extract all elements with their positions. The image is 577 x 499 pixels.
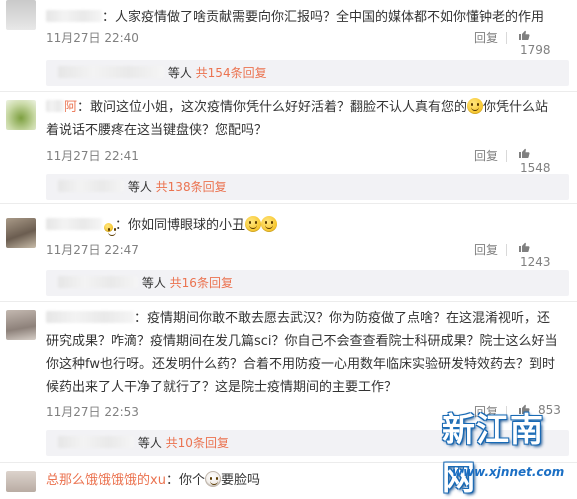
- comment-meta: 11月27日 22:40 回复 1798: [46, 29, 566, 57]
- username[interactable]: 阿: [64, 100, 77, 115]
- divider: [506, 244, 507, 256]
- avatar[interactable]: [6, 471, 36, 492]
- divider: [506, 150, 507, 162]
- watermark-url: www.xjnnet.com: [452, 465, 565, 479]
- timestamp: 11月27日 22:41: [46, 149, 139, 163]
- like-button[interactable]: 1243: [518, 241, 566, 269]
- username-blurred: [58, 436, 134, 448]
- divider: [0, 91, 577, 92]
- comment-body: 人家疫情做了啥贡献需要向你汇报吗？全中国的媒体都不如你懂钟老的作用: [115, 10, 545, 25]
- comment-text: ：你如同博眼球的小丑: [46, 214, 561, 237]
- divider: [0, 203, 577, 204]
- username-blurred[interactable]: [46, 218, 102, 230]
- smile-emoji-icon: [467, 98, 484, 114]
- username-blurred: [58, 276, 138, 288]
- like-count: 1243: [520, 255, 551, 269]
- comment-meta: 11月27日 22:41 回复 1548: [46, 147, 566, 175]
- thumbs-up-icon: [519, 148, 530, 158]
- sub-replies-box[interactable]: 等人 共16条回复: [46, 270, 569, 296]
- smile-emoji-icon: [261, 216, 278, 232]
- like-button[interactable]: 1548: [518, 147, 566, 175]
- ghost-emoji-icon: [204, 471, 221, 487]
- smile-emoji-icon: [245, 216, 262, 232]
- avatar[interactable]: [6, 218, 36, 248]
- comment-body: ：你如同博眼球的小丑: [115, 218, 246, 233]
- view-replies-link[interactable]: 共138条回复: [156, 180, 227, 194]
- comment-body: 要脸吗: [220, 473, 260, 488]
- reply-button[interactable]: 回复: [474, 147, 498, 164]
- username-blurred: [58, 66, 164, 78]
- like-count: 1548: [520, 161, 551, 175]
- comment-body: ：你个: [165, 473, 205, 488]
- comment-meta: 11月27日 22:47 回复 1243: [46, 241, 566, 269]
- divider: [0, 301, 577, 302]
- comment-text: ：疫情期间你敢不敢去愿去武汉？你为防疫做了点啥？在这混淆视听，还研究成果？咋滴？…: [46, 307, 561, 399]
- ghost-emoji-icon: [104, 223, 116, 236]
- username[interactable]: 总那么饿饿饿饿的xu: [46, 473, 166, 488]
- sub-replies-box[interactable]: 等人 共154条回复: [46, 60, 569, 86]
- comment-body: ：疫情期间你敢不敢去愿去武汉？你为防疫做了点啥？在这混淆视听，还研究成果？咋滴？…: [46, 311, 558, 395]
- comment-body: ：敢问这位小姐，这次疫情你凭什么好好活着？翻脸不认人真有您的: [77, 100, 468, 115]
- comment-body: ：: [102, 10, 116, 25]
- site-watermark: 新江南网 www.xjnnet.com: [438, 403, 572, 497]
- like-button[interactable]: 1798: [518, 29, 566, 57]
- like-count: 1798: [520, 43, 551, 57]
- comment-text: 阿：敢问这位小姐，这次疫情你凭什么好好活着？翻脸不认人真有您的 你凭什么站着说话不…: [46, 96, 561, 142]
- sub-replies-tail: 等人: [141, 276, 166, 290]
- avatar[interactable]: [6, 0, 36, 30]
- reply-button[interactable]: 回复: [474, 29, 498, 46]
- watermark-title: 新江南网: [442, 410, 544, 497]
- username-blurred[interactable]: [46, 311, 134, 323]
- sub-replies-tail: 等人: [127, 180, 152, 194]
- reply-button[interactable]: 回复: [474, 241, 498, 258]
- thumbs-up-icon: [519, 30, 530, 40]
- timestamp: 11月27日 22:53: [46, 405, 139, 419]
- sub-replies-tail: 等人: [167, 66, 192, 80]
- username-blurred: [46, 100, 64, 112]
- sub-replies-box[interactable]: 等人 共138条回复: [46, 174, 569, 200]
- avatar[interactable]: [6, 100, 36, 130]
- divider: [506, 32, 507, 44]
- timestamp: 11月27日 22:47: [46, 243, 139, 257]
- comment-text: ：人家疫情做了啥贡献需要向你汇报吗？全中国的媒体都不如你懂钟老的作用: [46, 6, 561, 29]
- avatar[interactable]: [6, 310, 36, 340]
- view-replies-link[interactable]: 共16条回复: [170, 276, 233, 290]
- view-replies-link[interactable]: 共154条回复: [196, 66, 267, 80]
- view-replies-link[interactable]: 共10条回复: [166, 436, 229, 450]
- username-blurred[interactable]: [46, 10, 102, 22]
- sub-replies-tail: 等人: [137, 436, 162, 450]
- timestamp: 11月27日 22:40: [46, 31, 139, 45]
- thumbs-up-icon: [519, 242, 530, 252]
- username-blurred: [58, 180, 124, 192]
